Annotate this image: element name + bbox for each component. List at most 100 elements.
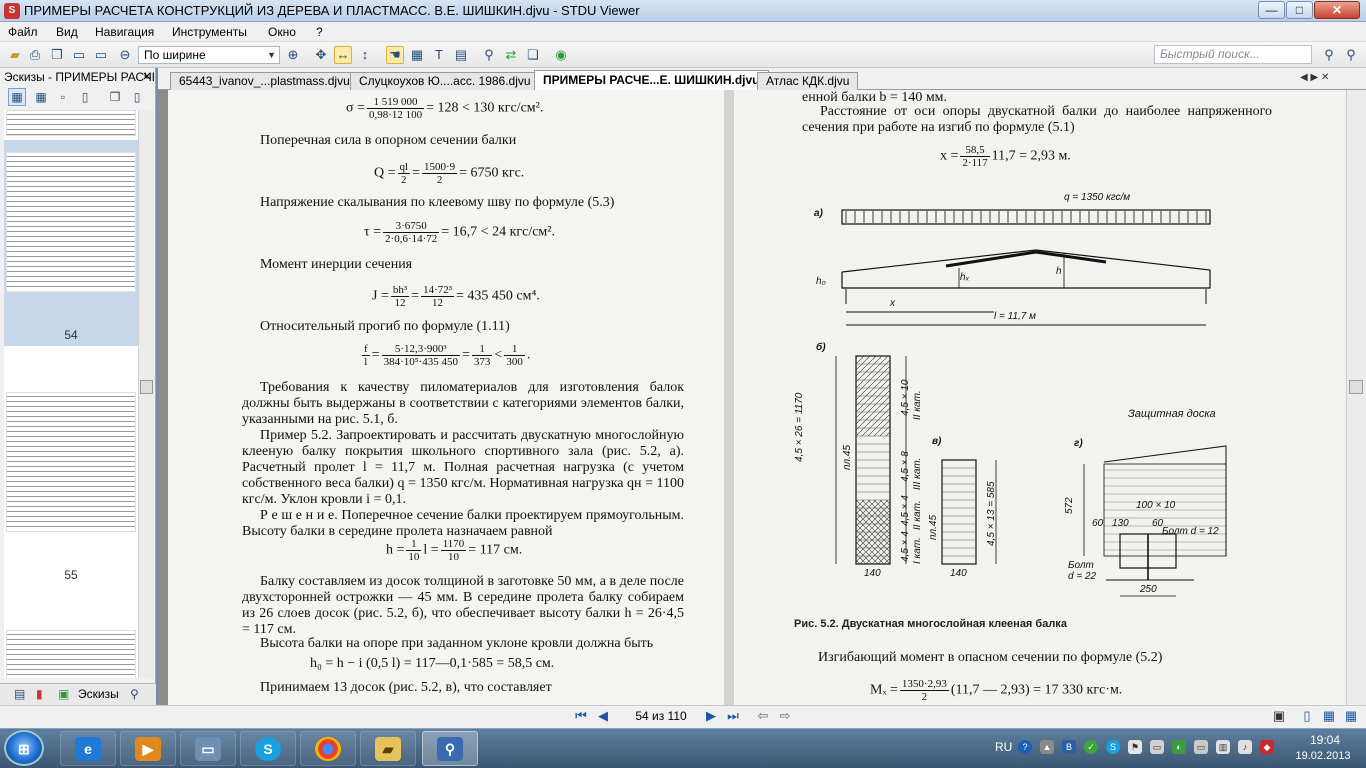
thumb-page-icon[interactable]: ▯ xyxy=(76,88,94,106)
beam-outline xyxy=(841,249,1211,289)
menu-tools[interactable]: Инструменты xyxy=(172,25,247,39)
grid-large-icon[interactable]: ▦ xyxy=(8,88,26,106)
text-requirements: Требования к качеству пиломатериалов для… xyxy=(242,380,684,427)
last-page-icon[interactable]: ⏭ xyxy=(724,708,742,724)
formula-sigma: σ = 1 519 000 0,98·12 100 = 128 < 130 кгс/с… xyxy=(346,96,544,121)
globe-icon[interactable]: ◉ xyxy=(552,46,570,64)
tray-arrow-icon[interactable]: ▲ xyxy=(1040,740,1054,754)
first-page-icon[interactable]: ⏮ xyxy=(572,708,590,724)
thumb-export-icon[interactable]: ▯ xyxy=(128,88,146,106)
language-indicator[interactable]: RU xyxy=(995,740,1012,754)
task-media-player[interactable]: ▶ xyxy=(120,731,176,766)
windows-tray-icon[interactable]: ⚑ xyxy=(1128,740,1142,754)
display-tray-icon[interactable]: ▭ xyxy=(1194,740,1208,754)
thumb-copy-icon[interactable]: ❐ xyxy=(106,88,124,106)
hand-tool-icon[interactable]: ☚ xyxy=(386,46,404,64)
clock-date[interactable]: 19.02.2013 xyxy=(1290,750,1356,762)
tab-ivanov[interactable]: 65443_ivanov_...plastmass.djvu xyxy=(170,72,359,91)
thumbnails-tab-icon[interactable]: ▣ xyxy=(58,687,69,703)
next-page-icon[interactable]: ▶ xyxy=(702,708,720,724)
two-pages-icon[interactable]: ▭ xyxy=(92,46,110,64)
task-stdu-viewer[interactable]: ⚲ xyxy=(422,731,478,766)
zoom-out-icon[interactable]: ⊖ xyxy=(116,46,134,64)
find-icon[interactable]: ⚲ xyxy=(480,46,498,64)
grid-view-icon[interactable]: ▦ xyxy=(1342,708,1360,724)
thumb-page-54[interactable] xyxy=(6,152,136,292)
tab-slutskoukhov[interactable]: Слуцкоухов Ю....асс. 1986.djvu xyxy=(350,72,540,91)
text-shear-force: Поперечная сила в опорном сечении балки xyxy=(260,133,517,148)
grid-small-icon[interactable]: ▦ xyxy=(32,88,50,106)
thumb-page-53[interactable] xyxy=(6,110,136,136)
single-page-icon[interactable]: ▭ xyxy=(70,46,88,64)
fig-dim-130: 130 xyxy=(1112,518,1129,529)
find-next-icon[interactable]: ⚲ xyxy=(1320,46,1338,64)
single-view-icon[interactable]: ▣ xyxy=(1270,708,1288,724)
menu-bar: Файл Вид Навигация Инструменты Окно ? xyxy=(0,22,1366,42)
search-panel-icon[interactable]: ⚲ xyxy=(130,687,139,703)
menu-file[interactable]: Файл xyxy=(8,25,38,39)
minimize-button[interactable]: — xyxy=(1258,1,1285,19)
history-forward-icon[interactable]: ⇨ xyxy=(776,708,794,724)
history-back-icon[interactable]: ⇦ xyxy=(754,708,772,724)
help-tray-icon[interactable]: ? xyxy=(1018,740,1032,754)
copy-page-icon[interactable]: ❐ xyxy=(48,46,66,64)
fit-width-icon[interactable]: ↔ xyxy=(334,46,352,64)
fig-hx: hₓ xyxy=(960,272,970,283)
maximize-button[interactable]: □ xyxy=(1286,1,1313,19)
network-tray-icon[interactable]: ▥ xyxy=(1216,740,1230,754)
device-tray-icon[interactable]: ▭ xyxy=(1150,740,1164,754)
window-icon[interactable]: ❏ xyxy=(524,46,542,64)
bookmarks-icon[interactable]: ▤ xyxy=(14,687,25,703)
fit-page-icon[interactable]: ✥ xyxy=(312,46,330,64)
start-button[interactable]: ⊞ xyxy=(4,730,44,766)
tab-next-icon[interactable]: ▶ xyxy=(1310,72,1318,83)
zoom-in-icon[interactable]: ⊕ xyxy=(284,46,302,64)
page-indicator[interactable]: 54 из 110 xyxy=(622,707,700,725)
thumb-page-55[interactable] xyxy=(6,392,136,532)
task-chrome[interactable] xyxy=(300,731,356,766)
task-internet-explorer[interactable]: e xyxy=(60,731,116,766)
sync-icon[interactable]: ⇄ xyxy=(502,46,520,64)
document-scrollbar[interactable] xyxy=(1346,90,1366,705)
continuous-view-icon[interactable]: ▯ xyxy=(1298,708,1316,724)
select-text-icon[interactable]: T xyxy=(430,46,448,64)
volume-tray-icon[interactable]: ♪ xyxy=(1238,740,1252,754)
menu-view[interactable]: Вид xyxy=(56,25,78,39)
task-skype[interactable]: S xyxy=(240,731,296,766)
quick-search-input[interactable]: Быстрый поиск... xyxy=(1154,45,1312,64)
task-file-explorer[interactable]: ▰ xyxy=(360,731,416,766)
scroll-thumb[interactable] xyxy=(1349,380,1363,394)
print-icon[interactable]: ⎙ xyxy=(26,46,44,64)
menu-navigation[interactable]: Навигация xyxy=(95,25,154,39)
panel-close-icon[interactable]: ✕ xyxy=(140,70,154,84)
vk-tray-icon[interactable]: B xyxy=(1062,740,1076,754)
select-area-icon[interactable]: ▤ xyxy=(452,46,470,64)
select-image-icon[interactable]: ▦ xyxy=(408,46,426,64)
thumbnails-scrollbar[interactable] xyxy=(138,110,154,678)
menu-help[interactable]: ? xyxy=(316,25,323,39)
skype-tray-icon[interactable]: S xyxy=(1106,740,1120,754)
thumb-page-56[interactable] xyxy=(6,630,136,678)
thumbnails-tab[interactable]: Эскизы xyxy=(78,687,119,703)
open-folder-icon[interactable]: ▰ xyxy=(6,46,24,64)
prev-page-icon[interactable]: ◀ xyxy=(594,708,612,724)
close-button[interactable]: ✕ xyxy=(1314,1,1360,19)
marks-icon[interactable]: ▮ xyxy=(36,687,43,703)
nvidia-tray-icon[interactable]: ◐ xyxy=(1172,740,1186,754)
tab-prev-icon[interactable]: ◀ xyxy=(1300,72,1308,83)
menu-window[interactable]: Окно xyxy=(268,25,296,39)
zoom-select[interactable]: По ширине ▼ xyxy=(138,46,280,64)
tab-atlas-kdk[interactable]: Атлас КДК.djvu xyxy=(757,72,859,91)
tab-shishkin[interactable]: ПРИМЕРЫ РАСЧЕ...Е. ШИШКИН.djvu xyxy=(534,70,769,91)
tab-close-icon[interactable]: ✕ xyxy=(1321,72,1329,83)
fit-height-icon[interactable]: ↕ xyxy=(356,46,374,64)
task-explorer-window[interactable]: ▭ xyxy=(180,731,236,766)
text-bending-moment: Изгибающий момент в опасном сечении по ф… xyxy=(818,650,1163,665)
find-options-icon[interactable]: ⚲ xyxy=(1342,46,1360,64)
clock-time[interactable]: 19:04 xyxy=(1300,733,1350,747)
scroll-thumb[interactable] xyxy=(140,380,153,394)
thumb-single-icon[interactable]: ▫ xyxy=(54,88,72,106)
status-tray-icon[interactable]: ✓ xyxy=(1084,740,1098,754)
facing-view-icon[interactable]: ▦ xyxy=(1320,708,1338,724)
antivirus-tray-icon[interactable]: ◆ xyxy=(1260,740,1274,754)
